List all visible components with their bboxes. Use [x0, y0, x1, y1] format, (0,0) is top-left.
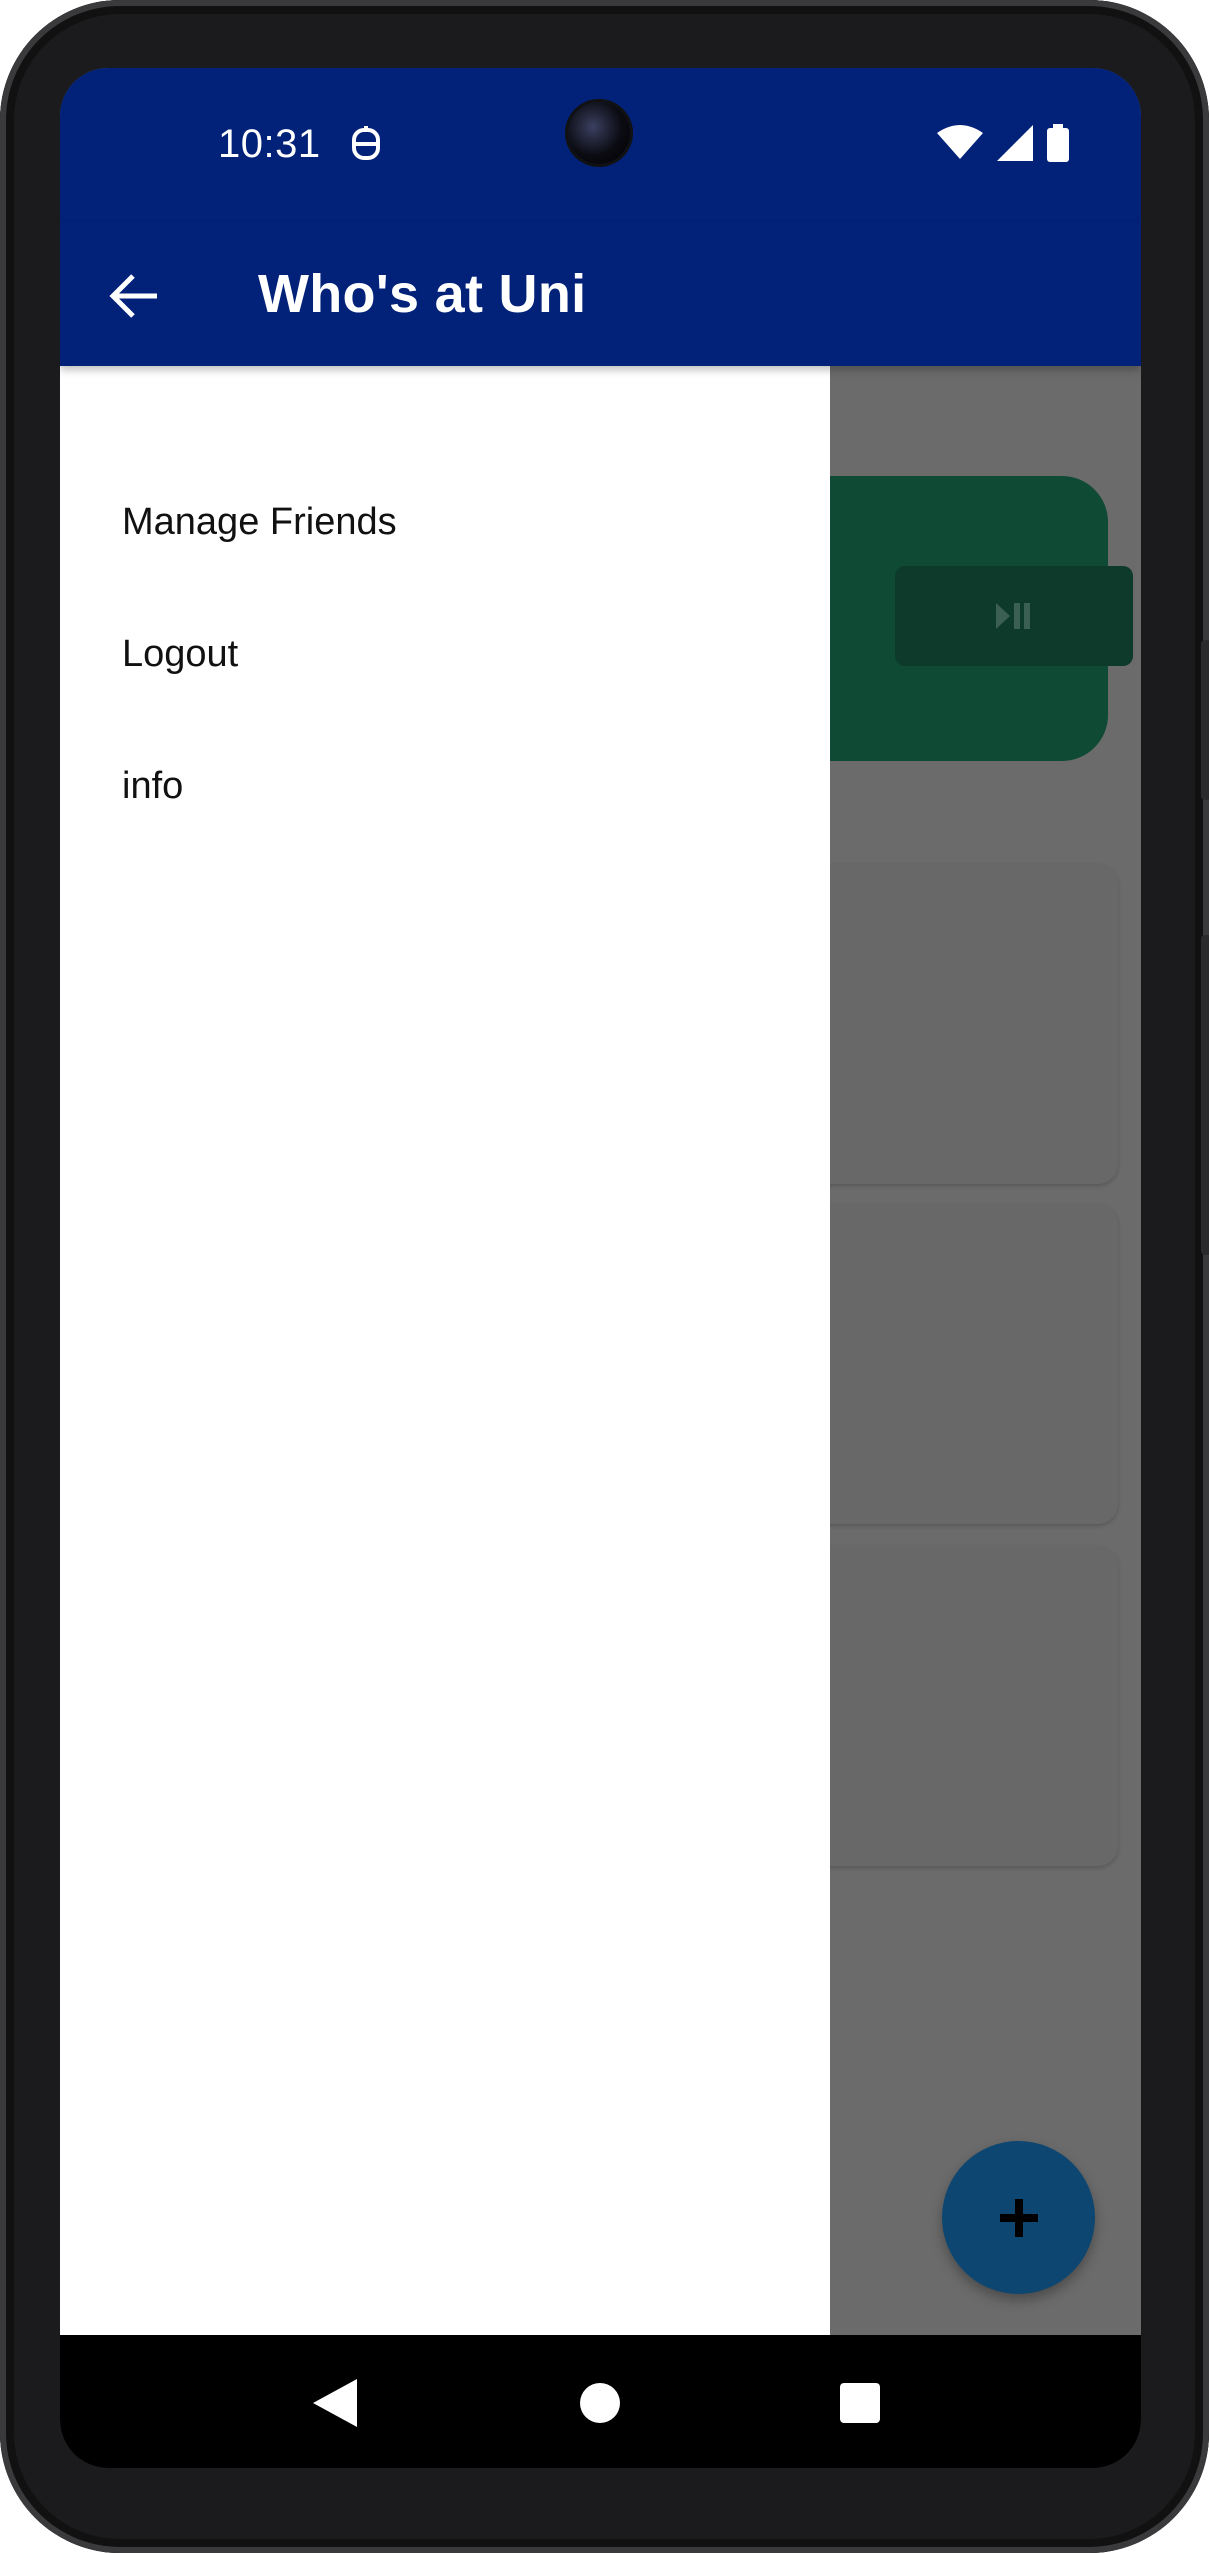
play-pause-icon: [996, 603, 1030, 629]
screen: 10:31 Who's at Uni Manage Friends Logout…: [60, 68, 1141, 2468]
play-pause-button[interactable]: [895, 566, 1133, 666]
drawer-item-manage-friends[interactable]: Manage Friends: [122, 501, 397, 544]
add-button[interactable]: [942, 2141, 1095, 2294]
wifi-icon: [937, 125, 983, 166]
nav-home-button[interactable]: [560, 2363, 640, 2443]
drawer-item-logout[interactable]: Logout: [122, 633, 238, 676]
app-title: Who's at Uni: [258, 264, 587, 324]
back-button[interactable]: [100, 261, 170, 331]
back-triangle-icon: [313, 2379, 357, 2427]
volume-button: [1201, 935, 1209, 1255]
recents-square-icon: [840, 2383, 880, 2423]
drawer-item-info[interactable]: info: [122, 765, 183, 808]
system-nav-bar: [60, 2335, 1141, 2468]
navigation-drawer: Manage Friends Logout info: [60, 366, 830, 2403]
nav-recents-button[interactable]: [820, 2363, 900, 2443]
signal-icon: [997, 125, 1033, 166]
home-circle-icon: [580, 2383, 620, 2423]
battery-icon: [1047, 124, 1069, 167]
status-time: 10:31: [218, 122, 321, 166]
arrow-back-icon: [109, 274, 157, 318]
status-icons: [937, 124, 1069, 167]
app-bar: Who's at Uni: [60, 223, 1141, 366]
plus-icon: [999, 2198, 1038, 2237]
nav-back-button[interactable]: [295, 2363, 375, 2443]
phone-frame: 10:31 Who's at Uni Manage Friends Logout…: [0, 0, 1209, 2553]
status-bar: 10:31: [60, 68, 1141, 223]
alert-icon: [346, 124, 386, 164]
front-camera: [568, 102, 630, 164]
power-button: [1201, 640, 1209, 800]
